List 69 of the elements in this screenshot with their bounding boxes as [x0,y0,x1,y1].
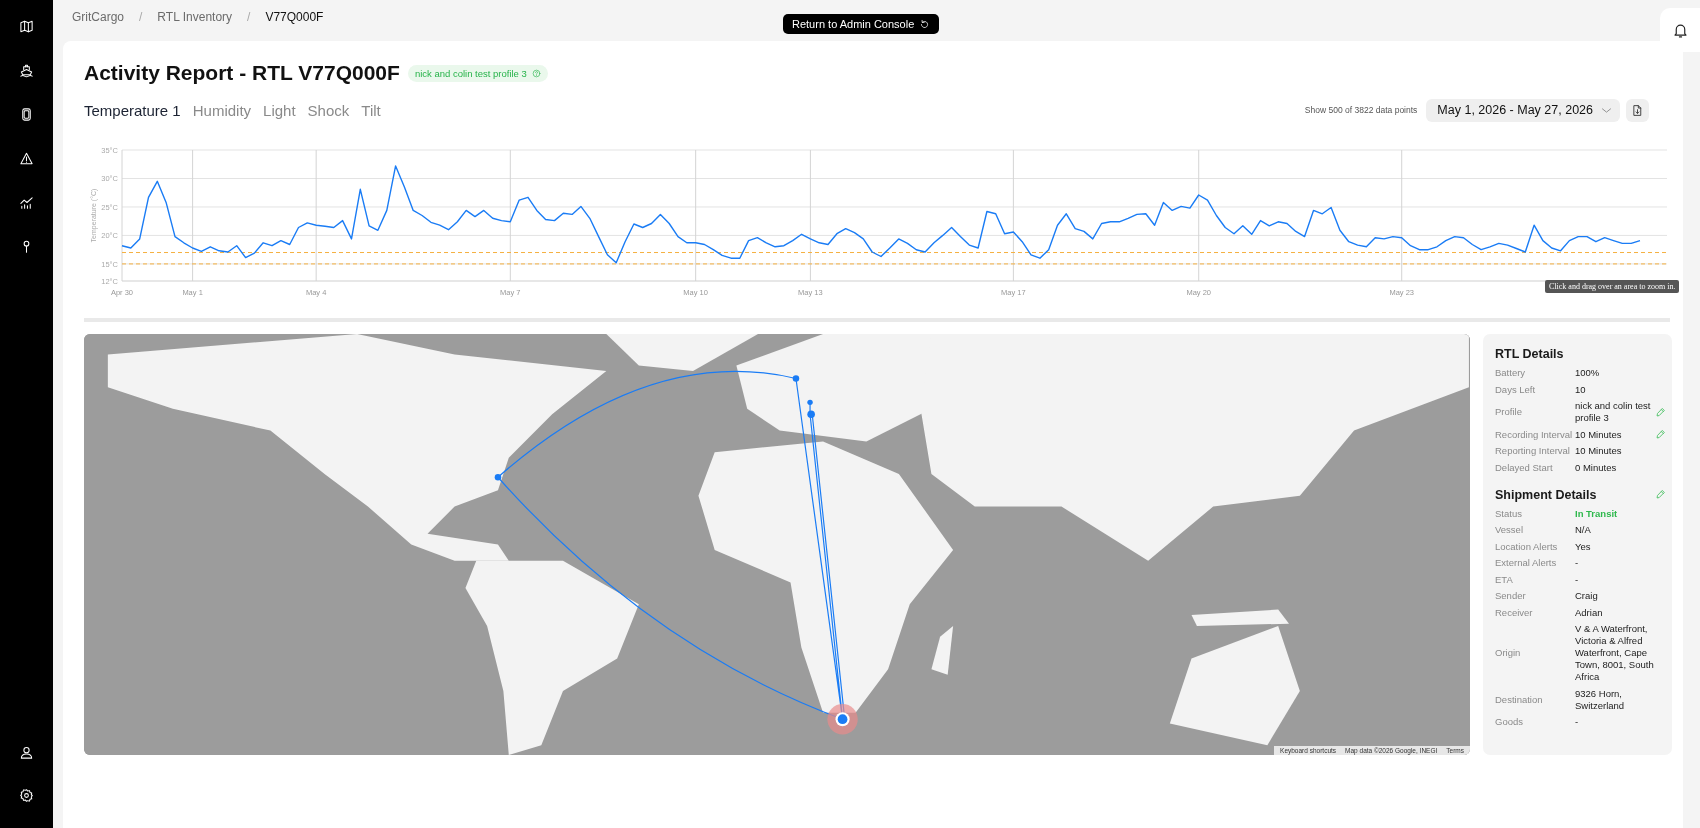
notifications-button[interactable] [1660,8,1700,52]
chart-icon [19,195,34,210]
current-location-marker[interactable] [827,704,858,735]
detail-value: 10 [1575,383,1587,396]
detail-value: Adrian [1575,606,1604,619]
location-marker[interactable] [807,410,815,419]
breadcrumb-separator: / [247,10,251,24]
chart-tab[interactable]: Light [263,101,296,119]
detail-value: - [1575,716,1580,728]
page-title: Activity Report - RTL V77Q000F [84,61,400,85]
detail-value: 10 Minutes [1575,445,1623,457]
detail-value: 100% [1575,367,1601,379]
status-value: In Transit [1575,507,1619,520]
detail-label: ETA [1495,573,1514,586]
detail-label: Battery [1495,367,1527,379]
help-icon [531,68,541,78]
ship-icon [19,63,34,78]
location-marker[interactable] [494,473,502,481]
chart-tab[interactable]: Shock [307,101,350,119]
section-title: Shipment Details [1495,487,1597,502]
detail-label: Sender [1495,590,1527,602]
chart-tab[interactable]: Temperature 1 [84,101,181,119]
detail-label: Status [1495,507,1523,520]
user-icon [19,745,34,760]
detail-value: Yes [1575,540,1592,553]
pencil-icon [1655,429,1666,440]
breadcrumb-link[interactable]: V77Q000F [265,10,324,24]
export-button[interactable] [1626,98,1649,122]
map-icon [19,19,34,34]
pencil-icon [1655,406,1666,418]
profile-badge: nick and colin test profile 3 [407,64,548,82]
detail-label: Vessel [1495,524,1524,536]
detail-value: Craig [1575,590,1599,602]
detail-value: - [1575,557,1580,569]
section-title: RTL Details [1495,347,1564,361]
detail-label: Destination [1495,693,1544,706]
date-range-dropdown[interactable]: May 1, 2026 - May 27, 2026 [1426,98,1620,122]
undo-icon [919,18,931,30]
breadcrumb-separator: / [139,10,143,24]
detail-label: Goods [1495,716,1524,728]
detail-label: Profile [1495,406,1523,418]
detail-value: 0 Minutes [1575,461,1618,474]
pencil-icon [1655,489,1666,500]
zoom-hint-tooltip: Click and drag over an area to zoom in. [1545,280,1680,293]
breadcrumb-link[interactable]: GritCargo [72,10,124,24]
detail-value: V & A Waterfront, Victoria & Alfred Waterfront, Cape Town, 8001, South Africa [1575,623,1655,683]
detail-label: External Alerts [1495,557,1558,569]
warning-icon [19,151,34,166]
detail-label: Location Alerts [1495,540,1559,553]
device-icon [19,107,34,122]
detail-label: Delayed Start [1495,461,1554,474]
detail-label: Receiver [1495,606,1534,619]
file-download-icon [1631,103,1644,117]
data-points-note: Show 500 of 3822 data points [1304,105,1418,115]
detail-value: - [1575,573,1580,586]
detail-value: 10 Minutes [1575,428,1623,441]
detail-label: Reporting Interval [1495,445,1571,457]
detail-label: Origin [1495,647,1522,659]
detail-label: Recording Interval [1495,428,1574,441]
chart-tab[interactable]: Humidity [192,101,252,119]
settings-icon [19,788,34,803]
detail-label: Days Left [1495,383,1537,396]
detail-value: nick and colin test profile 3 [1575,400,1652,424]
detail-value: 9326 Horn, Switzerland [1575,687,1626,712]
return-to-admin-button[interactable]: Return to Admin Console [783,14,940,34]
detail-value: N/A [1575,524,1592,536]
location-marker[interactable] [792,375,800,382]
location-marker[interactable] [807,399,813,406]
breadcrumb-link[interactable]: RTL Inventory [157,10,233,24]
